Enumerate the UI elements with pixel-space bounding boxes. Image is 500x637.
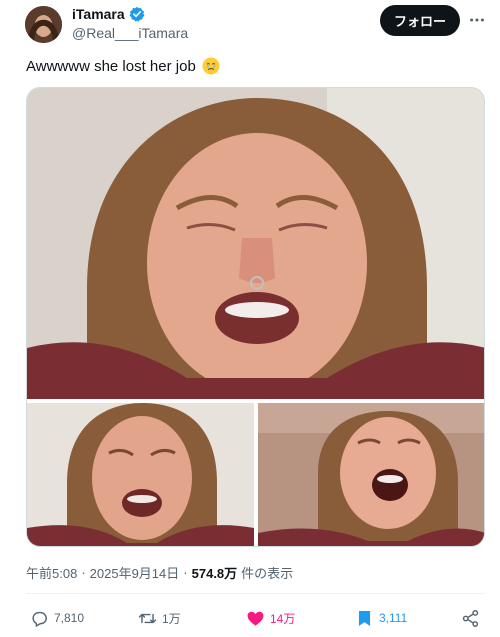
divider — [26, 593, 485, 594]
bookmark-button[interactable]: 3,111 — [355, 604, 407, 632]
tweet-actions: 7,810 1万 14万 3,111 — [0, 604, 500, 632]
retweet-icon — [138, 613, 157, 623]
views-label: 件の表示 — [241, 566, 294, 581]
media-photo-2[interactable] — [27, 403, 254, 546]
reply-count: 7,810 — [54, 611, 85, 625]
meta-separator: · — [183, 565, 188, 580]
author-display-name[interactable]: iTamara — [72, 6, 125, 22]
verified-badge-icon — [129, 6, 145, 22]
tweet-text: Awwwww she lost her job — [26, 57, 220, 75]
meta-separator: · — [81, 565, 86, 580]
tweet-header: iTamara @Real___iTamara フォロー — [0, 0, 500, 50]
views-count[interactable]: 574.8万 — [192, 563, 238, 582]
media-photo-1[interactable] — [27, 88, 484, 399]
tweet-time[interactable]: 午前5:08 — [26, 563, 77, 582]
retweet-button[interactable]: 1万 — [138, 604, 181, 632]
retweet-count: 1万 — [162, 611, 181, 626]
author-handle[interactable]: @Real___iTamara — [72, 25, 188, 41]
more-horizontal-icon[interactable] — [465, 8, 489, 32]
like-count: 14万 — [270, 611, 296, 626]
tweet-text-body: Awwwww she lost her job — [26, 57, 196, 75]
tweet-date[interactable]: 2025年9月14日 — [90, 563, 180, 582]
heart-icon — [247, 611, 264, 626]
reply-icon — [32, 611, 47, 627]
media-grid — [26, 87, 485, 547]
bookmark-icon — [358, 610, 371, 626]
follow-button[interactable]: フォロー — [380, 5, 460, 36]
face-holding-back-tears-emoji-icon — [202, 57, 220, 75]
author-avatar[interactable] — [25, 6, 62, 43]
tweet-meta: 午前5:08 · 2025年9月14日 · 574.8万 件の表示 — [26, 563, 293, 582]
reply-button[interactable]: 7,810 — [30, 604, 84, 632]
media-photo-3[interactable] — [258, 403, 484, 546]
share-button[interactable] — [461, 604, 480, 632]
bookmark-count: 3,111 — [379, 611, 408, 625]
like-button[interactable]: 14万 — [246, 604, 295, 632]
author-name-row[interactable]: iTamara — [72, 6, 145, 22]
share-icon — [462, 609, 479, 627]
